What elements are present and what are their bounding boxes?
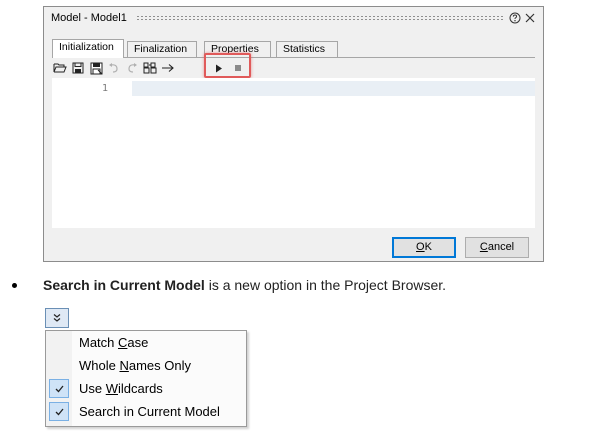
cancel-mnemonic: C — [479, 241, 488, 253]
script-editor[interactable]: 1 — [52, 78, 535, 228]
title-bar[interactable]: Model - Model1 — [44, 7, 543, 29]
title-grip[interactable] — [136, 15, 503, 21]
menu-item-label: Match Case — [79, 335, 148, 350]
check-icon — [49, 402, 69, 421]
search-options-menu: Match Case Whole Names Only Use Wildcard… — [45, 330, 247, 427]
menu-item-search-in-current-model[interactable]: Search in Current Model — [46, 401, 246, 423]
save-icon[interactable] — [70, 60, 86, 76]
label-pre: Whole — [79, 358, 120, 373]
label-pre: Search in Current Model — [79, 404, 220, 419]
model-dialog: Model - Model1 Initialization Finalizati… — [43, 6, 544, 262]
cancel-button[interactable]: Cancel — [465, 237, 529, 258]
label-mnemonic: C — [118, 335, 128, 350]
menu-item-use-wildcards[interactable]: Use Wildcards — [46, 378, 246, 400]
tab-initialization[interactable]: Initialization — [52, 39, 124, 58]
label-pre: Use — [79, 381, 106, 396]
dialog-title: Model - Model1 — [51, 12, 127, 24]
redo-icon[interactable] — [124, 60, 140, 76]
goto-arrow-icon[interactable] — [160, 60, 176, 76]
open-folder-icon[interactable] — [52, 60, 68, 76]
release-note-rest: is a new option in the Project Browser. — [204, 277, 447, 293]
current-line-highlight[interactable] — [132, 81, 535, 96]
menu-item-match-case[interactable]: Match Case — [46, 332, 246, 354]
menu-item-label: Whole Names Only — [79, 358, 191, 373]
save-as-icon[interactable] — [88, 60, 104, 76]
search-options-button[interactable] — [45, 308, 69, 328]
help-icon[interactable] — [509, 11, 521, 24]
double-chevron-down-icon — [53, 314, 61, 322]
ok-button[interactable]: OK — [392, 237, 456, 258]
menu-item-label: Search in Current Model — [79, 404, 220, 419]
label-mnemonic: W — [105, 381, 119, 396]
tab-statistics[interactable]: Statistics — [276, 41, 338, 57]
ok-label-post: K — [424, 241, 432, 253]
check-icon — [49, 379, 69, 398]
release-note-bold: Search in Current Model — [43, 277, 205, 293]
release-note: Search in Current Model is a new option … — [43, 277, 446, 293]
bullet-dot — [12, 283, 17, 288]
run-stop-highlight — [204, 53, 251, 78]
line-number: 1 — [102, 83, 109, 94]
menu-item-whole-names-only[interactable]: Whole Names Only — [46, 355, 246, 377]
cancel-label-post: ancel — [487, 241, 515, 253]
ok-mnemonic: O — [416, 241, 425, 253]
search-options-panel: Match Case Whole Names Only Use Wildcard… — [43, 306, 248, 429]
label-post: ames Only — [128, 358, 191, 373]
label-pre: Match — [79, 335, 119, 350]
tab-finalization[interactable]: Finalization — [127, 41, 197, 57]
editor-toolbar — [52, 53, 292, 78]
label-post: ildcards — [118, 381, 163, 396]
tab-strip-border — [52, 57, 535, 58]
close-icon[interactable] — [524, 11, 536, 23]
menu-item-label: Use Wildcards — [79, 381, 163, 396]
line-number-gutter: 1 — [52, 78, 128, 228]
find-replace-icon[interactable] — [142, 60, 158, 76]
label-post: ase — [127, 335, 149, 350]
undo-icon[interactable] — [106, 60, 122, 76]
label-mnemonic: N — [119, 358, 129, 373]
